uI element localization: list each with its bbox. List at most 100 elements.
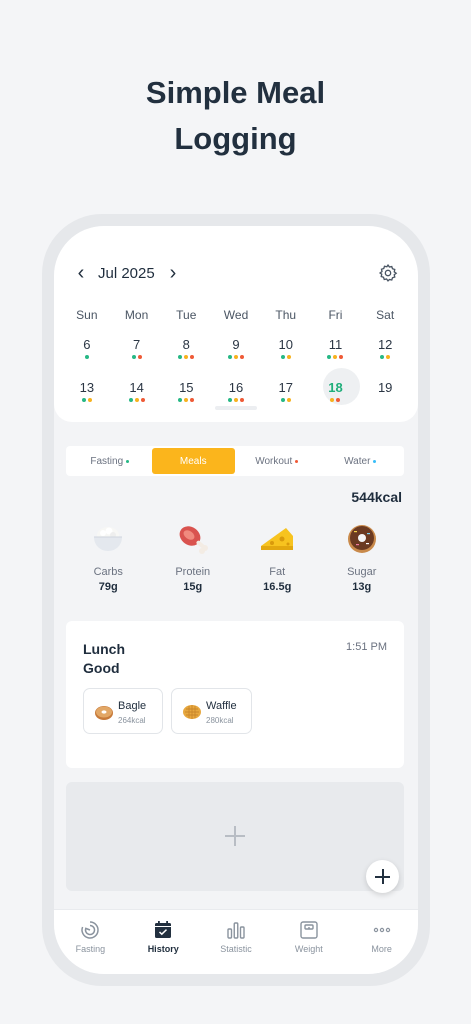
app-screen: ‹ Jul 2025 › Sun Mon Tue Wed Thu Fri Sat… — [54, 226, 418, 974]
day-number: 12 — [377, 337, 393, 352]
day-number: 16 — [228, 380, 244, 395]
day-number: 9 — [232, 337, 240, 352]
activity-dot — [134, 398, 139, 402]
macro-name: Fat — [269, 566, 286, 578]
drag-handle[interactable] — [215, 406, 257, 410]
weekday-label: Sun — [76, 308, 98, 322]
day-activity-dots — [112, 398, 162, 402]
tab-meals[interactable]: Meals — [151, 448, 235, 474]
macro-protein: Protein 15g — [151, 522, 236, 602]
macro-sugar: Sugar 13g — [320, 522, 405, 602]
activity-dot — [128, 398, 133, 402]
calendar-day-today[interactable]: 18 — [311, 368, 361, 415]
day-activity-dots — [360, 355, 410, 359]
macro-summary: Carbs 79g Protein 15g Fat 16.5g Sugar 13… — [66, 522, 404, 602]
calendar-day[interactable]: 17 — [261, 379, 311, 415]
tab-workout[interactable]: Workout — [235, 448, 319, 474]
tab-water[interactable]: Water — [319, 448, 403, 474]
nav-item-more[interactable]: More — [345, 910, 418, 974]
activity-dot — [240, 355, 245, 359]
status-dot — [295, 459, 299, 463]
activity-dot — [178, 398, 183, 402]
macro-value: 13g — [352, 581, 372, 593]
activity-dot — [386, 355, 391, 359]
bottom-nav: Fasting History Statistic Weight More — [54, 909, 418, 974]
activity-dot — [84, 355, 89, 359]
activity-dot — [228, 355, 233, 359]
headline-line-2: Logging — [174, 121, 297, 156]
day-number: 8 — [182, 337, 190, 352]
tab-label: Workout — [255, 455, 293, 467]
meal-card[interactable]: Lunch Good 1:51 PM Bagle 264kcal Waffle — [66, 621, 404, 768]
month-label[interactable]: Jul 2025 — [98, 264, 155, 284]
meal-rating: Good — [83, 660, 120, 676]
nav-item-weight[interactable]: Weight — [272, 910, 345, 974]
nav-label: Fasting — [75, 944, 106, 954]
calendar-header: ‹ Jul 2025 › — [74, 263, 398, 284]
activity-dot — [280, 398, 285, 402]
day-number: 11 — [328, 337, 343, 352]
macro-name: Carbs — [93, 566, 123, 578]
category-tabs: Fasting Meals Workout Water — [66, 446, 404, 476]
day-number: 10 — [278, 337, 293, 352]
calendar-day[interactable]: 12 — [360, 336, 410, 372]
activity-dot — [87, 398, 92, 402]
calendar-day[interactable]: 13 — [62, 379, 112, 415]
activity-dot — [131, 355, 136, 359]
activity-dot — [140, 398, 145, 402]
food-kcal: 264kcal — [118, 716, 146, 725]
food-item[interactable]: Bagle 264kcal — [83, 688, 163, 734]
status-dot — [373, 459, 377, 463]
tab-label: Water — [344, 455, 371, 467]
activity-dot — [184, 355, 189, 359]
meal-time: 1:51 PM — [346, 641, 387, 653]
calendar-day[interactable]: 14 — [112, 379, 162, 415]
donut-icon — [347, 525, 376, 553]
cheese-icon — [261, 528, 294, 550]
calendar-day[interactable]: 15 — [161, 379, 211, 415]
nav-item-history[interactable]: History — [127, 910, 200, 974]
activity-dot — [178, 355, 183, 359]
nav-label: Statistic — [220, 944, 252, 954]
activity-dot — [280, 355, 285, 359]
meal-title: Lunch Good — [83, 640, 125, 678]
calendar-day[interactable]: 11 — [311, 336, 361, 372]
bar-chart-icon — [227, 922, 245, 939]
calendar-day[interactable]: 10 — [261, 336, 311, 372]
calendar-day[interactable]: 6 — [62, 336, 112, 372]
macro-carbs: Carbs 79g — [66, 522, 151, 602]
calendar-card: ‹ Jul 2025 › Sun Mon Tue Wed Thu Fri Sat… — [54, 226, 418, 422]
day-activity-dots — [211, 398, 261, 402]
activity-dot — [380, 355, 385, 359]
add-button[interactable] — [366, 860, 399, 893]
day-number: 6 — [83, 337, 91, 352]
chevron-left-icon[interactable]: ‹ — [74, 263, 88, 284]
activity-dot — [240, 398, 245, 402]
calendar-day[interactable]: 8 — [161, 336, 211, 372]
nav-item-statistic[interactable]: Statistic — [200, 910, 273, 974]
day-activity-dots — [62, 398, 112, 402]
meal-name: Lunch — [83, 641, 125, 657]
chevron-right-icon[interactable]: › — [166, 263, 180, 284]
macro-fat: Fat 16.5g — [235, 522, 320, 602]
activity-dot — [228, 398, 233, 402]
add-meal-card[interactable] — [66, 782, 404, 891]
nav-label: Weight — [294, 944, 323, 954]
day-number: 7 — [132, 337, 141, 352]
nav-item-fasting[interactable]: Fasting — [54, 910, 127, 974]
calendar-day[interactable]: 9 — [211, 336, 261, 372]
tab-fasting[interactable]: Fasting — [68, 448, 152, 474]
food-item[interactable]: Waffle 280kcal — [171, 688, 252, 734]
activity-dot — [330, 398, 335, 402]
calendar-day[interactable]: 7 — [112, 336, 162, 372]
day-number: 15 — [179, 380, 194, 395]
day-activity-dots — [311, 355, 361, 359]
weekday-header: Sun Mon Tue Wed Thu Fri Sat — [62, 308, 410, 322]
macro-value: 16.5g — [263, 581, 292, 593]
day-number: 13 — [79, 380, 95, 395]
food-kcal: 280kcal — [206, 716, 234, 725]
macro-value: 15g — [183, 581, 203, 593]
day-number: 19 — [377, 380, 393, 395]
calendar-day[interactable]: 19 — [360, 379, 410, 415]
gear-icon[interactable] — [378, 263, 398, 283]
